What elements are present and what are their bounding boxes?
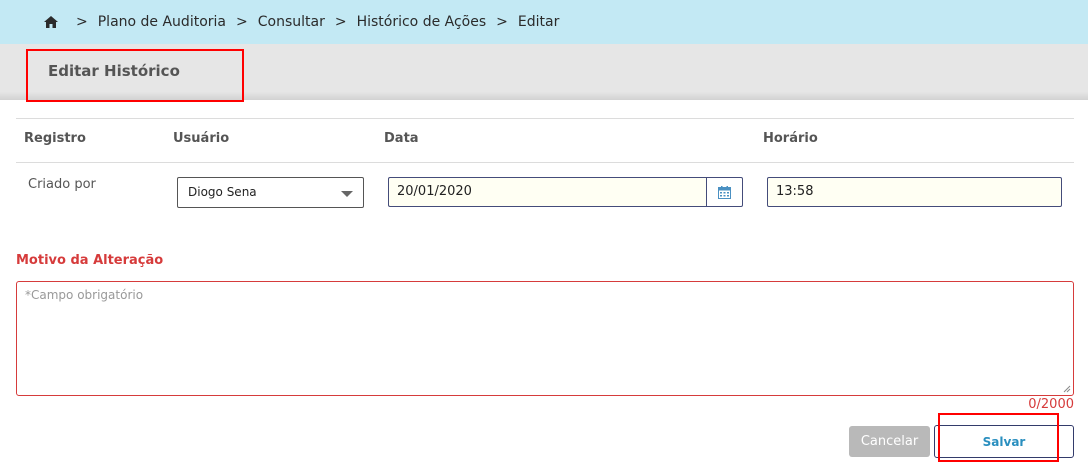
resize-grip-icon[interactable] bbox=[1063, 385, 1071, 393]
breadcrumb-separator: > bbox=[334, 14, 347, 30]
column-header-data: Data bbox=[384, 131, 419, 146]
breadcrumb-item-plano[interactable]: Plano de Auditoria bbox=[98, 14, 226, 30]
home-icon[interactable] bbox=[44, 16, 66, 28]
cancel-button[interactable]: Cancelar bbox=[849, 426, 930, 457]
calendar-icon bbox=[718, 185, 731, 199]
column-header-usuario: Usuário bbox=[173, 131, 230, 146]
usuario-select[interactable]: Diogo Sena bbox=[177, 177, 364, 208]
column-header-registro: Registro bbox=[24, 131, 86, 146]
calendar-button[interactable] bbox=[706, 177, 743, 207]
breadcrumb-separator: > bbox=[496, 14, 508, 30]
breadcrumb-separator: > bbox=[236, 14, 248, 30]
breadcrumb: > Plano de Auditoria > Consultar > Histó… bbox=[0, 0, 1088, 44]
horario-input[interactable]: 13:58 bbox=[767, 177, 1062, 207]
usuario-selected-value: Diogo Sena bbox=[188, 185, 257, 199]
motivo-label: Motivo da Alteração bbox=[16, 253, 164, 268]
table-header-divider bbox=[16, 162, 1074, 163]
save-button[interactable]: Salvar bbox=[934, 425, 1074, 458]
column-header-horario: Horário bbox=[763, 131, 818, 146]
chevron-down-icon bbox=[341, 191, 353, 197]
data-input[interactable]: 20/01/2020 bbox=[388, 177, 706, 207]
breadcrumb-item-consultar[interactable]: Consultar bbox=[258, 14, 325, 30]
breadcrumb-separator: > bbox=[76, 14, 88, 30]
motivo-textarea[interactable]: *Campo obrigatório bbox=[16, 281, 1074, 396]
table-top-divider bbox=[16, 118, 1074, 119]
breadcrumb-item-editar: Editar bbox=[517, 14, 560, 30]
registro-value: Criado por bbox=[28, 177, 96, 192]
breadcrumb-item-historico[interactable]: Histórico de Ações bbox=[357, 14, 487, 30]
title-bar: Editar Histórico bbox=[0, 44, 1088, 100]
page-title: Editar Histórico bbox=[48, 62, 180, 80]
motivo-placeholder: *Campo obrigatório bbox=[25, 288, 144, 302]
character-counter: 0/2000 bbox=[1028, 397, 1074, 412]
